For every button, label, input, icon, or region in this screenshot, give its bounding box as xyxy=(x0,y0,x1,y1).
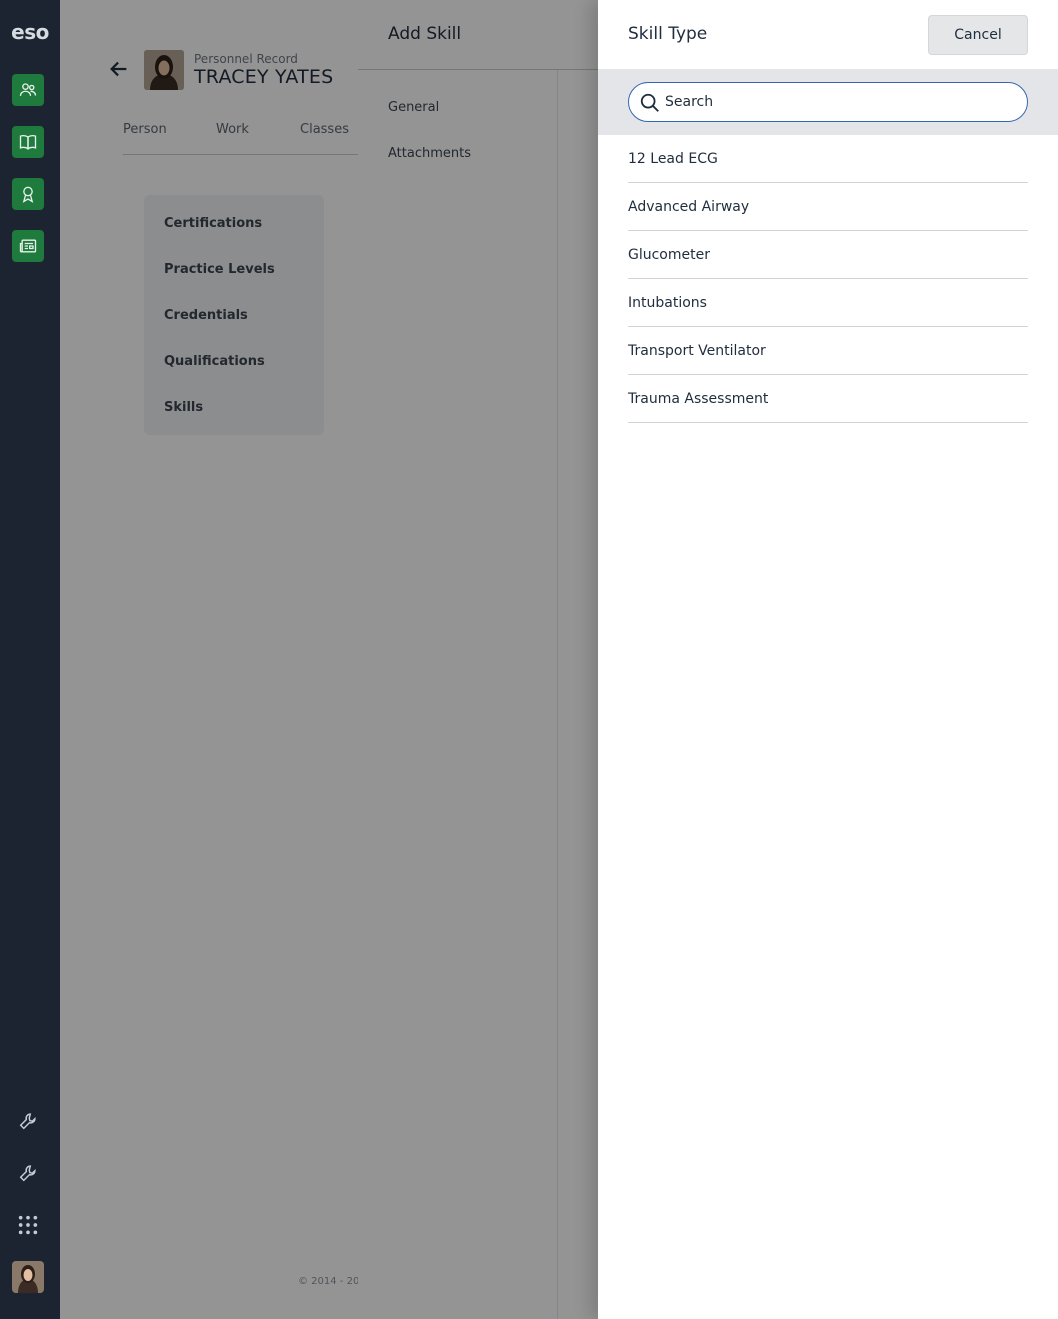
apps-grid-icon[interactable] xyxy=(14,1211,42,1239)
skill-type-item[interactable]: Advanced Airway xyxy=(628,183,1028,231)
award-icon[interactable] xyxy=(12,178,44,210)
wrench-icon[interactable] xyxy=(14,1107,42,1135)
search-bar xyxy=(598,69,1058,135)
newspaper-icon[interactable] xyxy=(12,230,44,262)
search-input[interactable] xyxy=(665,89,1015,115)
eso-logo: eso xyxy=(11,20,49,44)
people-icon[interactable] xyxy=(12,74,44,106)
search-box[interactable] xyxy=(628,82,1028,122)
search-icon xyxy=(639,92,661,114)
wrench-icon[interactable] xyxy=(14,1159,42,1187)
skill-type-item[interactable]: Trauma Assessment xyxy=(628,375,1028,423)
skill-type-drawer: Skill Type Cancel 12 Lead ECG Advanced A… xyxy=(598,0,1058,1319)
skill-type-list: 12 Lead ECG Advanced Airway Glucometer I… xyxy=(628,135,1028,423)
skill-type-item[interactable]: Transport Ventilator xyxy=(628,327,1028,375)
skill-type-item[interactable]: 12 Lead ECG xyxy=(628,135,1028,183)
panel-backdrop[interactable] xyxy=(358,0,598,1319)
book-icon[interactable] xyxy=(12,126,44,158)
cancel-button[interactable]: Cancel xyxy=(928,15,1028,55)
user-avatar[interactable] xyxy=(12,1261,44,1293)
skill-type-item[interactable]: Intubations xyxy=(628,279,1028,327)
skill-type-title: Skill Type xyxy=(628,24,708,44)
app-rail: eso xyxy=(0,0,60,1319)
skill-type-item[interactable]: Glucometer xyxy=(628,231,1028,279)
